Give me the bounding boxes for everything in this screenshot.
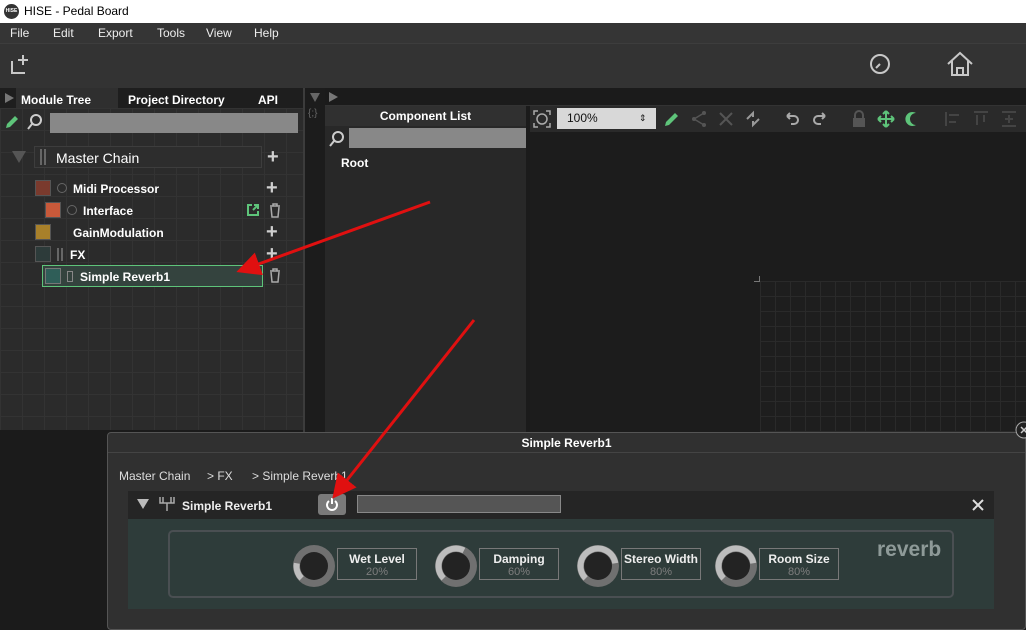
arrow-to-bypass-button (332, 319, 476, 499)
annotation-arrows (236, 200, 476, 499)
arrow-to-tree-item (236, 200, 431, 276)
